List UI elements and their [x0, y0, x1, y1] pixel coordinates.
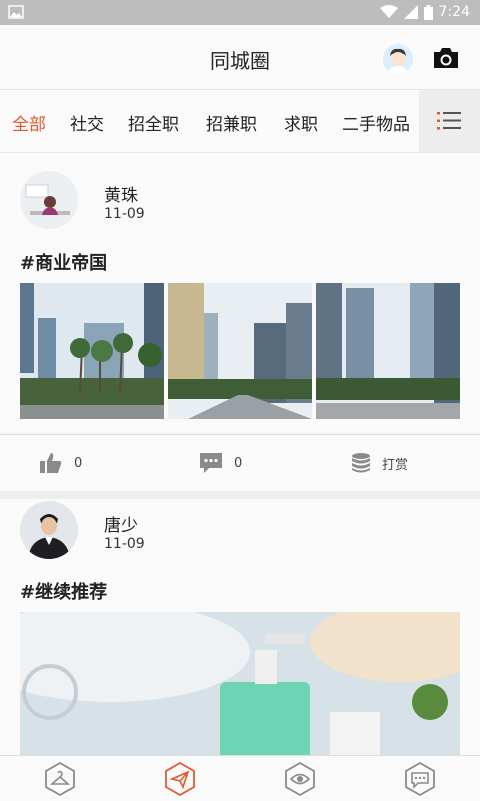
eye-icon[interactable] — [283, 761, 317, 797]
image-icon — [8, 5, 24, 19]
post-date: 11-09 — [104, 206, 145, 222]
comment-count: 0 — [234, 455, 243, 471]
camera-icon[interactable] — [432, 46, 460, 70]
category-tabs: 全部 社交 招全职 招兼职 求职 二手物品 — [0, 90, 480, 153]
feed-list[interactable]: 黄珠 11-09 #商业帝国 0 0 打赏 唐少 11-09 #继续推荐 — [0, 153, 480, 755]
chat-icon[interactable] — [403, 761, 437, 797]
avatar-photo — [20, 171, 78, 229]
avatar-photo — [20, 501, 78, 559]
post-author[interactable]: 唐少 — [104, 511, 138, 536]
status-bar: 7:24 — [0, 0, 480, 25]
thumbs-up-icon — [40, 453, 62, 473]
post-title[interactable]: #商业帝国 — [20, 249, 107, 275]
hanger-icon[interactable] — [43, 761, 77, 797]
status-time: 7:24 — [438, 4, 470, 20]
reward-button[interactable]: 打赏 — [352, 453, 408, 473]
comment-icon — [200, 453, 222, 473]
avatar[interactable] — [20, 171, 78, 229]
post-title[interactable]: #继续推荐 — [20, 578, 107, 604]
post-photo[interactable] — [20, 612, 460, 755]
post-card[interactable]: 唐少 11-09 #继续推荐 — [0, 499, 480, 755]
user-avatar-icon — [383, 44, 413, 74]
bottom-navigation — [0, 755, 480, 801]
tab-social[interactable]: 社交 — [70, 110, 104, 135]
battery-icon — [423, 4, 433, 20]
list-icon — [437, 112, 461, 130]
like-count: 0 — [74, 455, 83, 471]
tab-all[interactable]: 全部 — [12, 110, 46, 135]
post-photo[interactable] — [316, 283, 460, 419]
coins-icon — [352, 453, 370, 473]
post-photo[interactable] — [20, 283, 164, 419]
avatar[interactable] — [20, 501, 78, 559]
tab-parttime[interactable]: 招兼职 — [206, 110, 257, 135]
reward-label: 打赏 — [382, 457, 409, 473]
category-menu-button[interactable] — [419, 90, 480, 152]
signal-icon — [403, 5, 418, 19]
top-bar: 同城圈 — [0, 25, 480, 90]
profile-avatar-button[interactable] — [383, 44, 413, 74]
comment-button[interactable]: 0 — [200, 453, 242, 473]
tab-job-seeking[interactable]: 求职 — [284, 110, 318, 135]
post-date: 11-09 — [104, 536, 145, 552]
tab-secondhand[interactable]: 二手物品 — [342, 110, 410, 135]
divider — [0, 491, 480, 499]
paper-plane-icon[interactable] — [163, 761, 197, 797]
post-card[interactable]: 黄珠 11-09 #商业帝国 — [0, 153, 480, 433]
like-button[interactable]: 0 — [40, 453, 82, 473]
post-photo[interactable] — [168, 283, 312, 419]
post-author[interactable]: 黄珠 — [104, 181, 138, 206]
tab-fulltime[interactable]: 招全职 — [128, 110, 179, 135]
post-actions: 0 0 打赏 — [0, 434, 480, 492]
wifi-icon — [379, 5, 398, 18]
